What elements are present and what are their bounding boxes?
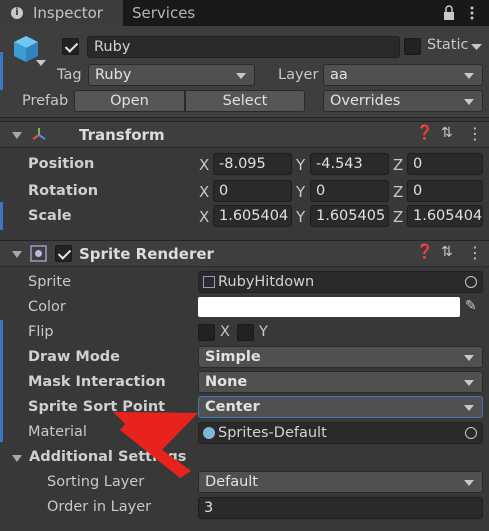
annotation-arrow <box>113 412 198 478</box>
